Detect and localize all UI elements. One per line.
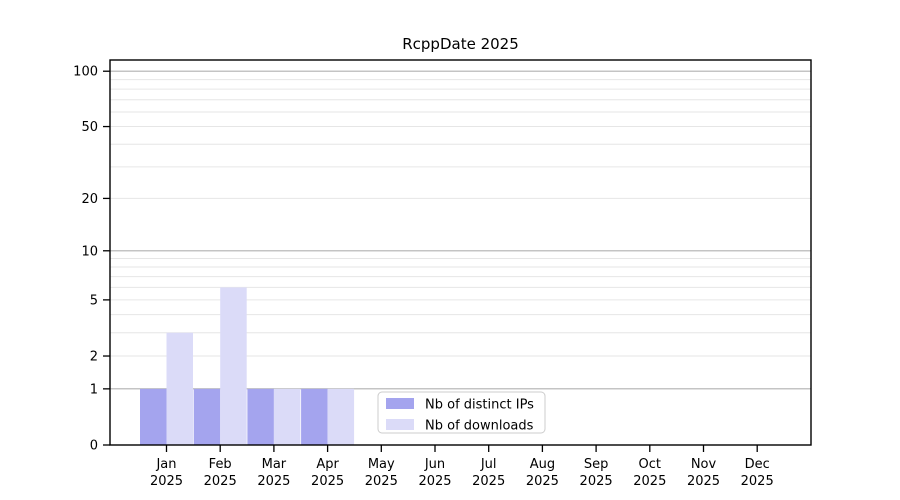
x-tick-label-month: Feb: [209, 457, 232, 472]
x-tick-label-month: May: [368, 457, 395, 472]
legend-label-distinct-ips: Nb of distinct IPs: [425, 398, 534, 413]
x-tick-label-month: Dec: [745, 457, 770, 472]
y-tick-label: 0: [90, 439, 98, 454]
x-tick-label-month: Jan: [155, 457, 176, 472]
legend-label-downloads: Nb of downloads: [425, 419, 534, 434]
bar-apr-downloads: [327, 388, 355, 445]
x-tick-label-year: 2025: [580, 474, 613, 489]
bar-jan-downloads: [166, 332, 193, 445]
y-tick-label: 2: [90, 350, 98, 365]
x-tick-label-year: 2025: [526, 474, 559, 489]
x-tick-label-month: Nov: [691, 457, 717, 472]
x-tick-label-year: 2025: [257, 474, 290, 489]
bar-mar-downloads: [273, 388, 301, 445]
y-tick-label: 100: [73, 65, 98, 80]
legend-swatch-downloads: [386, 419, 414, 430]
figure: RcppDate 2025 0 1 2 5 10 20 50 100 Jan 2025 Feb 202…: [0, 0, 900, 500]
x-tick-label-month: Oct: [639, 457, 661, 472]
y-tick-label: 5: [90, 293, 98, 308]
bar-jan-distinct-ips: [140, 388, 167, 445]
plot-border: [109, 59, 812, 446]
x-tick-label-year: 2025: [204, 474, 237, 489]
x-tick-label-year: 2025: [365, 474, 398, 489]
chart-title: RcppDate 2025: [402, 35, 519, 53]
x-tick-label-month: Jun: [424, 457, 445, 472]
x-tick-label-year: 2025: [472, 474, 505, 489]
bar-mar-distinct-ips: [247, 388, 274, 445]
x-tick-label-year: 2025: [633, 474, 666, 489]
legend-swatch-distinct-ips: [386, 398, 414, 409]
x-tick-label-year: 2025: [150, 474, 183, 489]
bar-apr-distinct-ips: [301, 388, 328, 445]
x-tick-label-month: Mar: [262, 457, 287, 472]
y-tick-label: 1: [90, 382, 98, 397]
y-tick-label: 20: [81, 192, 98, 207]
x-tick-label-year: 2025: [687, 474, 720, 489]
bar-feb-downloads: [220, 287, 247, 445]
chart-canvas: 0 1 2 5 10 20 50 100 Jan 2025 Feb 2025 Mar 2025 Apr 202…: [73, 59, 812, 489]
x-tick-label-year: 2025: [741, 474, 774, 489]
x-tick-label-month: Apr: [316, 457, 339, 472]
x-tick-label-month: Sep: [584, 457, 609, 472]
x-tick-label-year: 2025: [418, 474, 451, 489]
x-tick-label-month: Jul: [480, 457, 497, 472]
y-tick-label: 50: [81, 120, 98, 135]
bar-feb-distinct-ips: [193, 388, 221, 445]
y-tick-label: 10: [81, 244, 98, 259]
x-tick-label-month: Aug: [530, 457, 555, 472]
x-tick-label-year: 2025: [311, 474, 344, 489]
